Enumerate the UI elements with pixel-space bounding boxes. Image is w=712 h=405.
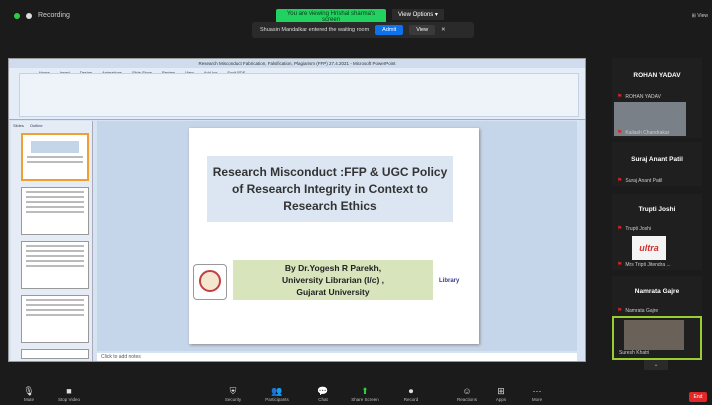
view-options-button[interactable]: View Options ▾ [392,9,444,20]
participant-label: Suresh Khatri [619,350,650,356]
shared-screen: Research Misconduct Fabrication, Falsifi… [8,58,586,362]
record-button[interactable]: ⏺ Record [396,386,426,402]
slide-title: Research Misconduct :FFP & UGC Policy of… [207,156,453,222]
share-screen-icon: ⬆ [361,386,369,396]
tab-slides[interactable]: Slides [13,123,24,128]
view-toggle[interactable]: ⊞ View [692,13,708,19]
participant-tile[interactable]: ultra ⚑ Mrs Tripti Jitendra ... [612,234,702,270]
participant-label: ⚑ Namrata Gajre [617,307,659,315]
participant-label: ⚑ Kailash Chandrakar [617,129,670,137]
mic-muted-icon: ⚑ [617,94,623,100]
top-bar: Recording You are viewing Hrishal sharma… [0,0,712,40]
ppt-window-title: Research Misconduct Fabrication, Falsifi… [9,59,585,68]
stop-video-button[interactable]: ■ Stop Video [54,386,84,402]
chevron-down-icon[interactable]: ⌄ [644,360,668,370]
close-icon[interactable]: ✕ [441,27,446,33]
microphone-icon: 🎙 [23,386,35,396]
participant-name: Trupti Joshi [638,206,676,213]
share-screen-button[interactable]: ⬆ Share Screen [350,386,380,402]
participant-video [624,320,684,350]
slide-thumbnail[interactable] [21,241,89,289]
record-icon [26,12,32,19]
end-button[interactable]: End [689,392,707,402]
participant-tile[interactable]: Namrata Gajre ⚑ Namrata Gajre [612,276,702,316]
mic-muted-icon: ⚑ [617,178,623,184]
chat-button[interactable]: 💬 Chat [308,386,338,402]
reactions-icon: ☺ [462,386,472,396]
people-icon: 👥 [271,386,283,396]
slide-thumbnail[interactable] [21,295,89,343]
participant-tile[interactable]: ⚑ Kailash Chandrakar [612,102,702,138]
mic-muted-icon: ⚑ [617,226,623,232]
participant-label: ⚑ Mrs Tripti Jitendra ... [617,261,671,269]
mic-muted-icon: ⚑ [617,262,623,268]
waiting-room-text: Shuasin Mandalkar entered the waiting ro… [260,27,370,33]
participants-button[interactable]: 👥 Participants [262,386,292,402]
admit-button[interactable]: Admit [375,25,404,35]
current-slide[interactable]: Research Misconduct :FFP & UGC Policy of… [189,128,479,344]
camera-icon: ■ [66,386,72,396]
reactions-button[interactable]: ☺ Reactions [452,386,482,402]
security-button[interactable]: ⛨ Security [218,386,248,402]
participant-tile[interactable]: Suraj Anant Patil ⚑ Suraj Anant Patil [612,142,702,186]
recording-label: Recording [38,12,70,19]
participant-label: ⚑ ROHAN YADAV [617,93,661,101]
mic-muted-icon: ⚑ [617,308,623,314]
more-icon: ⋯ [532,386,542,396]
participant-label: ⚑ Suraj Anant Patil [617,177,663,185]
recording-indicator[interactable]: Recording [14,12,70,19]
slides-pane: Slides Outline [11,121,93,361]
participant-tile[interactable]: ROHAN YADAV ⚑ ROHAN YADAV [612,58,702,102]
participant-tile[interactable]: Trupti Joshi ⚑ Trupti Joshi [612,194,702,234]
library-logo: Library [439,278,460,284]
chat-icon: 💬 [317,386,329,396]
mic-muted-icon: ⚑ [617,130,623,136]
ppt-ribbon: Home Insert Design Animations Slide Show… [9,68,585,120]
view-waiting-button[interactable]: View [409,25,436,35]
apps-icon: ⊞ [497,386,505,396]
slide-thumbnail[interactable] [21,349,89,359]
record-icon: ⏺ [408,386,414,396]
participants-panel: ROHAN YADAV ⚑ ROHAN YADAV ⚑ Kailash Chandr… [602,58,706,370]
ultra-logo: ultra [632,236,666,260]
apps-button[interactable]: ⊞ Apps [486,386,516,402]
status-dot-icon [14,12,20,19]
mute-button[interactable]: 🎙 Mute [14,386,44,402]
slide-thumbnail[interactable] [21,133,89,181]
shield-icon: ⛨ [229,386,237,396]
participant-name: Namrata Gajre [634,288,680,295]
university-logo [193,264,227,300]
tab-outline[interactable]: Outline [30,123,43,128]
participant-name: Suraj Anant Patil [631,156,683,163]
pane-tabs: Slides Outline [11,121,92,130]
slide-canvas: Research Misconduct :FFP & UGC Policy of… [97,121,577,351]
slide-thumbnail[interactable] [21,187,89,235]
participant-tile-active[interactable]: Suresh Khatri [612,316,702,360]
meeting-toolbar: 🎙 Mute ■ Stop Video ⛨ Security 👥 Participant… [0,384,712,405]
notes-pane[interactable]: Click to add notes [97,353,577,361]
slide-author: By Dr.Yogesh R Parekh, University Librar… [233,260,433,300]
waiting-room-notice: Shuasin Mandalkar entered the waiting ro… [252,22,474,38]
participant-label: ⚑ Trupti Joshi [617,225,652,233]
ribbon-toolbar[interactable] [19,73,579,117]
more-button[interactable]: ⋯ More [522,386,552,402]
participant-name: ROHAN YADAV [633,72,681,79]
